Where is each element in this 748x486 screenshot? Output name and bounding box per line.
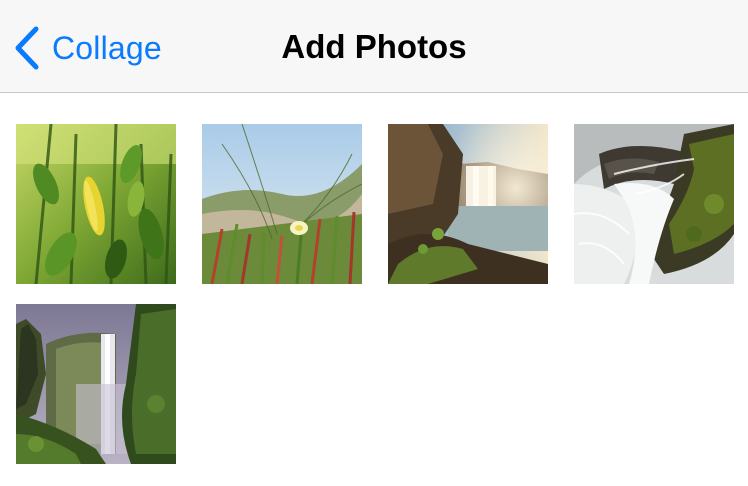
photo-thumbnail-leaves[interactable] <box>16 124 176 284</box>
photo-thumbnail-stream[interactable] <box>574 124 734 284</box>
page-title: Add Photos <box>281 28 467 65</box>
navigation-bar: Collage Add Photos <box>0 0 748 93</box>
photo-thumbnail-falls[interactable] <box>16 304 176 464</box>
photo-thumbnail-flower[interactable] <box>202 124 362 284</box>
photo-thumbnail-waterfall[interactable] <box>388 124 548 284</box>
